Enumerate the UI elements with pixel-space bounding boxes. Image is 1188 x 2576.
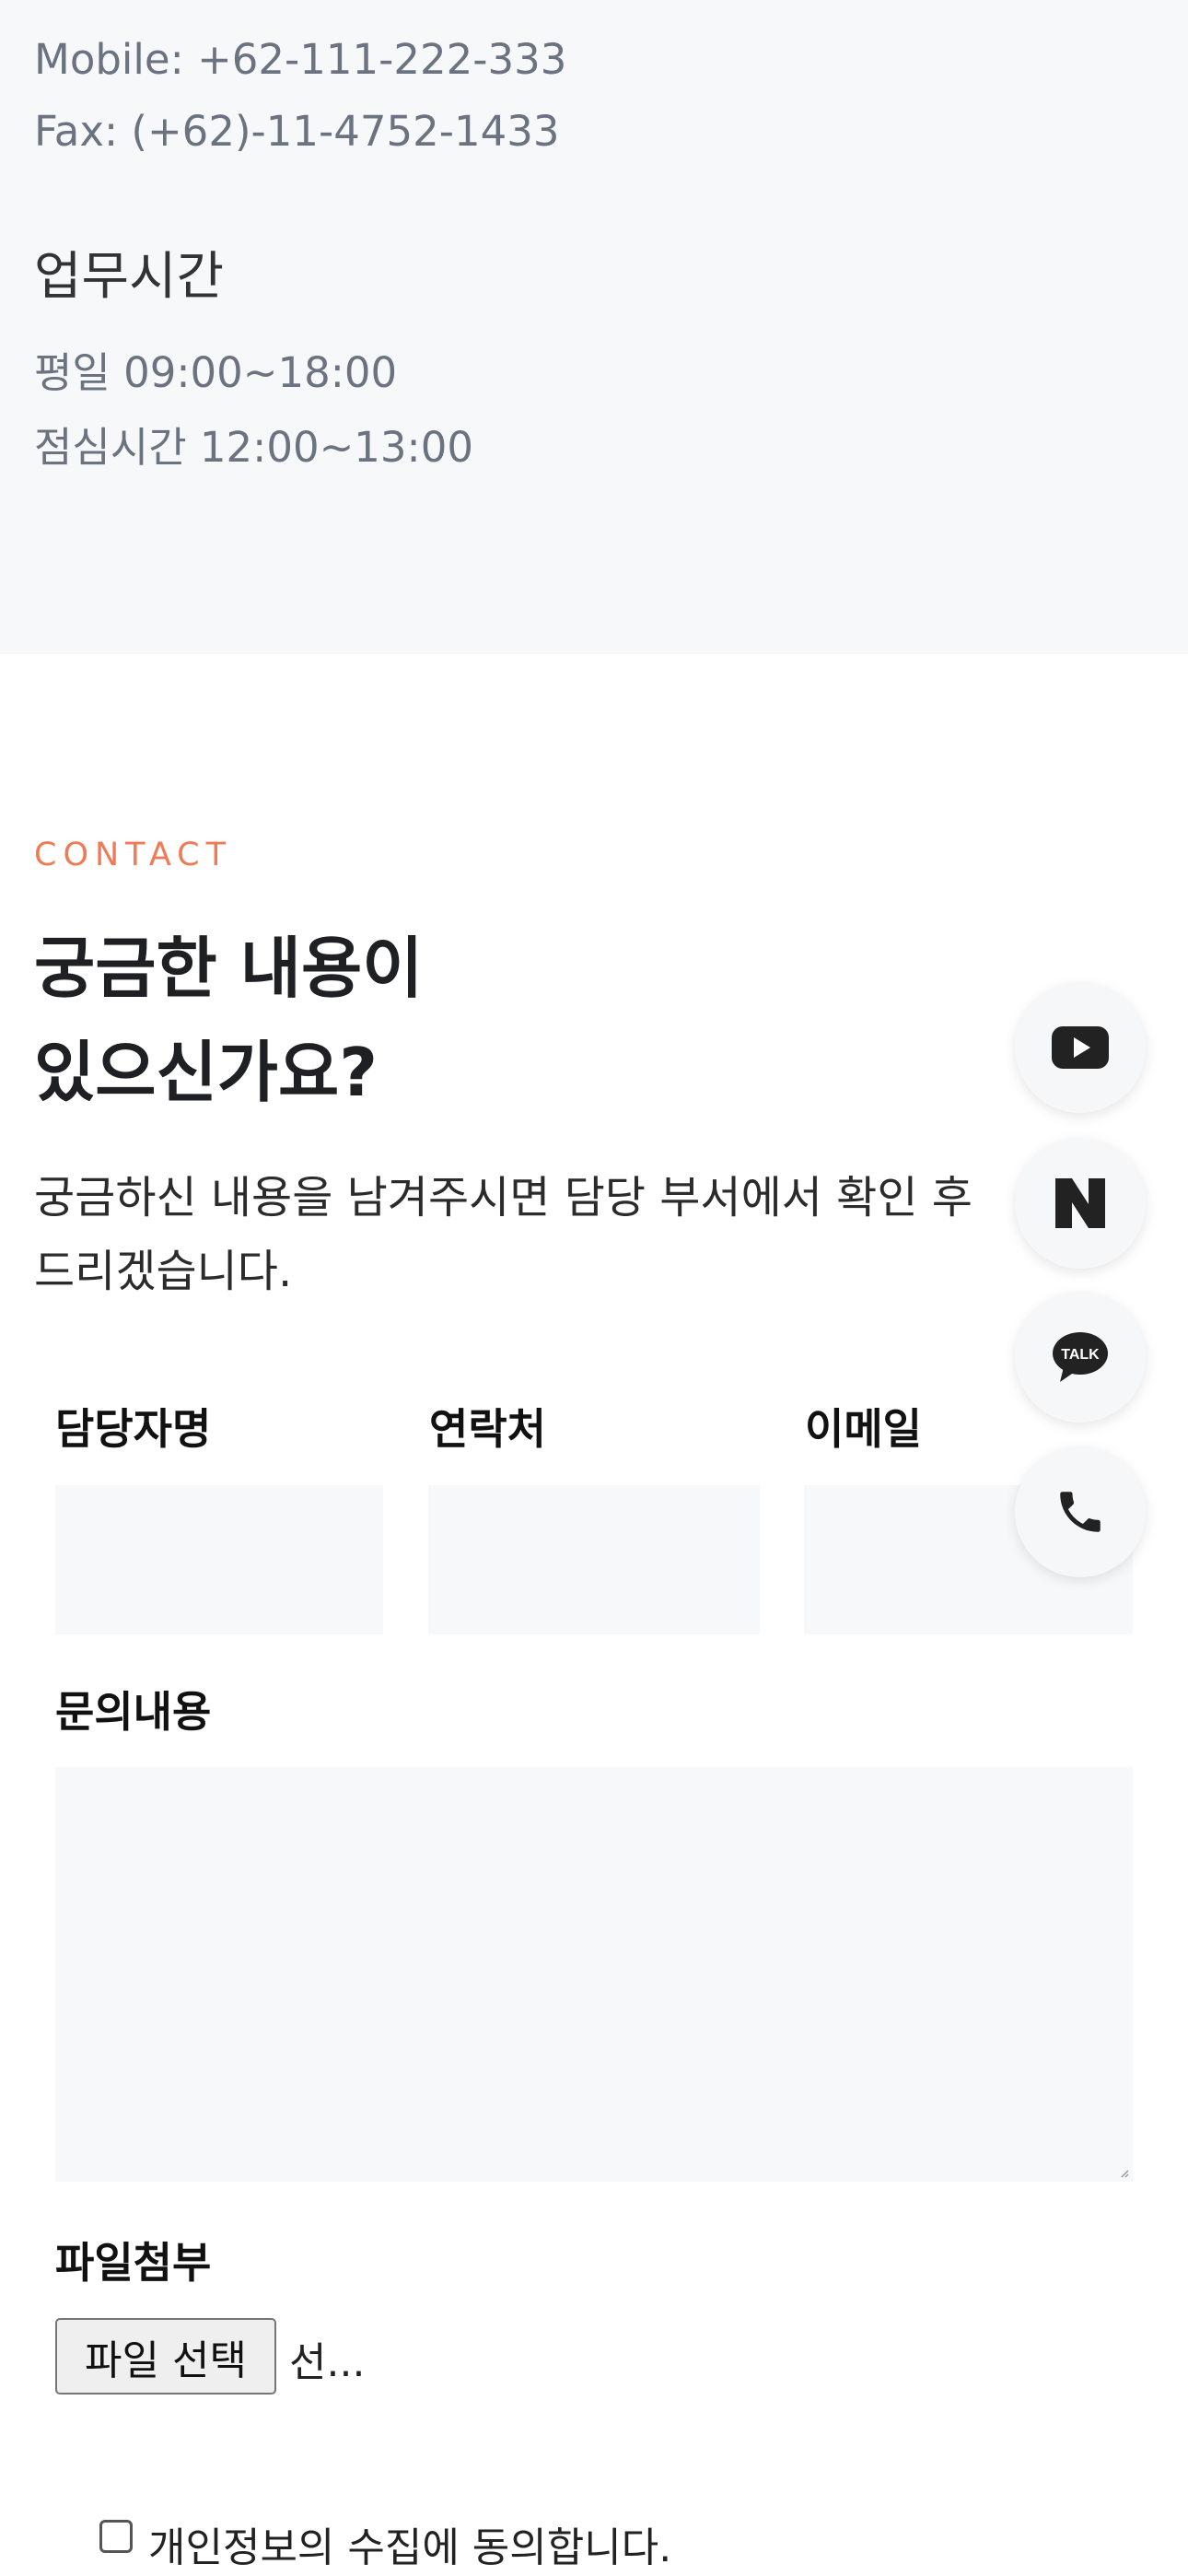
business-hours-heading: 업무시간 (34, 247, 225, 307)
section-eyebrow: CONTACT (34, 837, 232, 873)
name-input[interactable] (55, 1485, 383, 1634)
lunch-hours: 점심시간 12:00~13:00 (34, 423, 473, 472)
phone-icon (1054, 1485, 1107, 1539)
contact-description: 궁금하신 내용을 남겨주시면 담당 부서에서 확인 후 드리겠습니다. (34, 1161, 973, 1308)
kakaotalk-button[interactable]: TALK (1015, 1292, 1146, 1423)
weekday-hours: 평일 09:00~18:00 (34, 348, 398, 397)
kakaotalk-icon: TALK (1051, 1330, 1110, 1384)
naver-button[interactable] (1015, 1138, 1146, 1269)
contact-info-section: Mobile: +62-111-222-333 Fax: (+62)-11-47… (0, 0, 1188, 654)
name-label: 담당자명 (55, 1404, 212, 1454)
consent-checkbox[interactable] (99, 2520, 133, 2553)
phone-label: 연락처 (429, 1404, 546, 1454)
kakaotalk-icon-text: TALK (1061, 1347, 1100, 1363)
mobile-number: Mobile: +62-111-222-333 (34, 35, 567, 84)
phone-call-button[interactable] (1015, 1446, 1146, 1577)
contact-title-line-1: 궁금한 내용이 (34, 930, 424, 1007)
contact-title-line-2: 있으신가요? (34, 1034, 378, 1111)
contact-description-line-1: 궁금하신 내용을 남겨주시면 담당 부서에서 확인 후 (34, 1172, 973, 1224)
inquiry-label: 문의내용 (55, 1687, 212, 1737)
file-status-text: 선... (289, 2339, 366, 2386)
textarea-resize-grip[interactable] (1120, 2169, 1129, 2178)
contact-title: 궁금한 내용이 있으신가요? (34, 917, 424, 1125)
youtube-icon (1052, 1026, 1109, 1069)
consent-label[interactable]: 개인정보의 수집에 동의합니다. (148, 2514, 671, 2573)
naver-icon (1054, 1177, 1107, 1230)
inquiry-textarea[interactable] (55, 1767, 1133, 2182)
youtube-button[interactable] (1015, 982, 1146, 1113)
phone-input[interactable] (428, 1485, 760, 1634)
choose-file-button[interactable]: 파일 선택 (55, 2318, 276, 2395)
email-label: 이메일 (805, 1404, 922, 1454)
fax-number: Fax: (+62)-11-4752-1433 (34, 107, 560, 156)
contact-description-line-2: 드리겠습니다. (34, 1246, 293, 1297)
file-attach-label: 파일첨부 (55, 2238, 212, 2288)
